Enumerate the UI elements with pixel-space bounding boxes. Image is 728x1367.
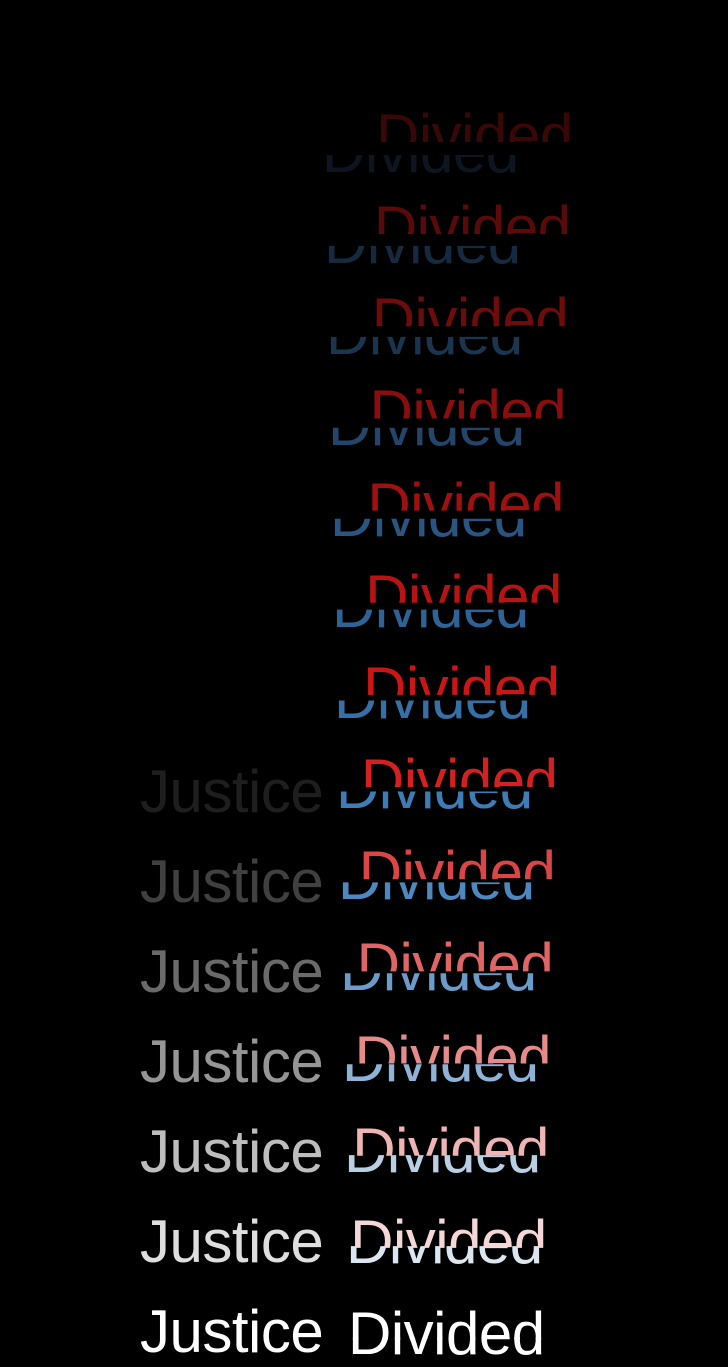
title-animation-stage: Divided Divided Divided Divided Divided Divid… bbox=[0, 0, 728, 1364]
justice-word: Justice bbox=[140, 1298, 324, 1365]
title-frame: Justice Divided Divided bbox=[0, 820, 728, 915]
title-frame: Divided Divided bbox=[0, 100, 728, 190]
title-frame: Divided Divided bbox=[0, 550, 728, 640]
justice-word: Justice bbox=[140, 1118, 324, 1185]
justice-word: Justice bbox=[140, 848, 324, 915]
justice-word: Justice bbox=[140, 938, 324, 1005]
title-frame: Divided Divided bbox=[0, 640, 728, 730]
title-frame: Justice Divided Divided bbox=[0, 910, 728, 1005]
justice-word: Justice bbox=[140, 1028, 324, 1095]
justice-word: Justice bbox=[140, 1208, 324, 1275]
title-frame: Divided Divided bbox=[0, 370, 728, 460]
title-frame: Divided Divided bbox=[0, 280, 728, 370]
justice-word: Justice bbox=[140, 758, 324, 825]
title-frame: Justice Divided Divided bbox=[0, 730, 728, 825]
title-frame: Divided Divided bbox=[0, 190, 728, 280]
title-frame: Justice Divided Divided bbox=[0, 1270, 728, 1365]
title-frame: Divided Divided bbox=[0, 460, 728, 550]
title-frame: Justice Divided Divided bbox=[0, 1180, 728, 1275]
title-frame: Justice Divided Divided bbox=[0, 1000, 728, 1095]
title-frame: Justice Divided Divided bbox=[0, 1090, 728, 1185]
